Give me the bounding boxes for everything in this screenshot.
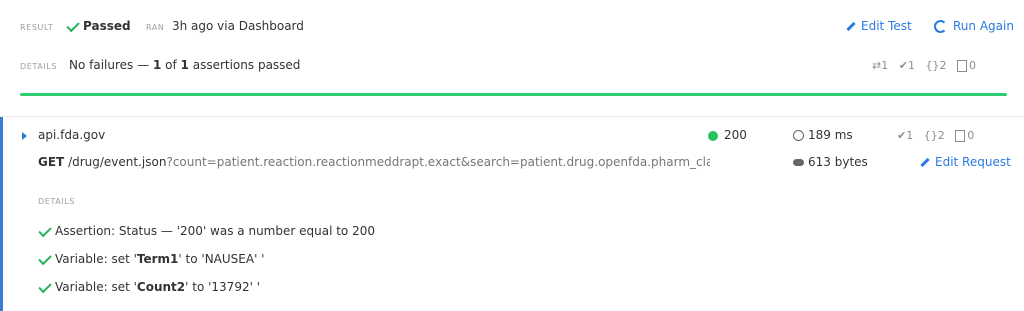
request-host: api.fda.gov	[38, 128, 106, 142]
detail-item-assertion: Assertion: Status — '200' was a number e…	[38, 223, 375, 238]
swap-icon: ⇄	[872, 59, 882, 72]
detail-item-variable-term1: Variable: set 'Term1' to 'NAUSEA' '	[38, 251, 265, 266]
detail-suffix: ' to 'NAUSEA' '	[178, 252, 265, 266]
document-icon	[956, 60, 967, 72]
check-icon: ✔	[898, 59, 908, 72]
response-size-text: 613 bytes	[808, 155, 868, 169]
request-toggle[interactable]	[22, 128, 27, 142]
edit-test-label: Edit Test	[861, 19, 912, 33]
total-count: 1	[180, 58, 189, 72]
detail-item-variable-count2: Variable: set 'Count2' to '13792' '	[38, 279, 260, 294]
ran-label: RAN	[146, 23, 165, 32]
edit-request-button[interactable]: Edit Request	[920, 155, 1011, 169]
check-icon	[38, 251, 52, 265]
cloud-icon	[793, 159, 804, 166]
variables-count: 2	[939, 59, 947, 72]
edit-test-button[interactable]: Edit Test	[846, 19, 912, 33]
request-details-label: DETAILS	[38, 197, 76, 206]
check-icon	[38, 223, 52, 237]
progress-bar	[20, 93, 1007, 96]
response-time: 189 ms	[793, 128, 853, 142]
detail-suffix: ' to '13792' '	[185, 280, 260, 294]
divider	[0, 116, 1024, 117]
scripts-count: 0	[968, 59, 976, 72]
selection-indicator	[0, 117, 3, 311]
assertions-count: 1	[907, 59, 915, 72]
request-variables-count: 2	[937, 129, 945, 142]
pencil-icon	[846, 21, 856, 32]
summary-prefix: No failures —	[69, 58, 150, 72]
check-icon	[38, 279, 52, 293]
caret-right-icon	[22, 131, 27, 140]
status-code-text: 200	[724, 128, 747, 142]
request-counts: ✔1 {}2 0	[897, 129, 974, 142]
passed-count: 1	[152, 58, 162, 72]
details-counts: ⇄1 ✔1 {}2 0	[872, 59, 976, 72]
result-label: RESULT	[20, 23, 54, 32]
requests-count: 1	[881, 59, 889, 72]
request-scripts-count: 0	[967, 129, 975, 142]
variable-name: Term1	[136, 252, 179, 266]
refresh-icon	[934, 20, 947, 33]
pencil-icon	[920, 157, 930, 168]
check-icon: ✔	[897, 129, 907, 142]
of-text: of	[165, 58, 177, 72]
braces-icon: {}	[923, 129, 938, 142]
detail-text: Assertion: Status — '200' was a number e…	[55, 224, 375, 238]
detail-text: Variable: set '	[55, 252, 137, 266]
details-label: DETAILS	[20, 62, 58, 71]
clock-icon	[793, 130, 804, 141]
ran-value: 3h ago via Dashboard	[172, 19, 304, 33]
run-again-label: Run Again	[953, 19, 1014, 33]
run-again-button[interactable]: Run Again	[934, 19, 1014, 33]
result-status: Passed	[66, 18, 131, 33]
details-summary: No failures — 1 of 1 assertions passed	[69, 58, 300, 72]
request-path: /drug/event.json	[68, 155, 167, 169]
status-dot-icon	[708, 130, 718, 141]
braces-icon: {}	[925, 59, 940, 72]
edit-request-label: Edit Request	[935, 155, 1011, 169]
detail-text: Variable: set '	[55, 280, 137, 294]
variable-name: Count2	[136, 280, 186, 294]
response-size: 613 bytes	[793, 155, 868, 169]
check-icon	[66, 18, 80, 32]
summary-suffix: assertions passed	[192, 58, 301, 72]
response-time-text: 189 ms	[808, 128, 853, 142]
request-method: GET	[38, 155, 65, 169]
result-status-text: Passed	[83, 19, 131, 33]
status-code: 200	[708, 128, 747, 142]
request-assertions-count: 1	[906, 129, 914, 142]
request-line: GET /drug/event.json?count=patient.react…	[38, 155, 710, 169]
request-query: ?count=patient.reaction.reactionmeddrapt…	[166, 155, 710, 169]
document-icon	[955, 130, 966, 142]
